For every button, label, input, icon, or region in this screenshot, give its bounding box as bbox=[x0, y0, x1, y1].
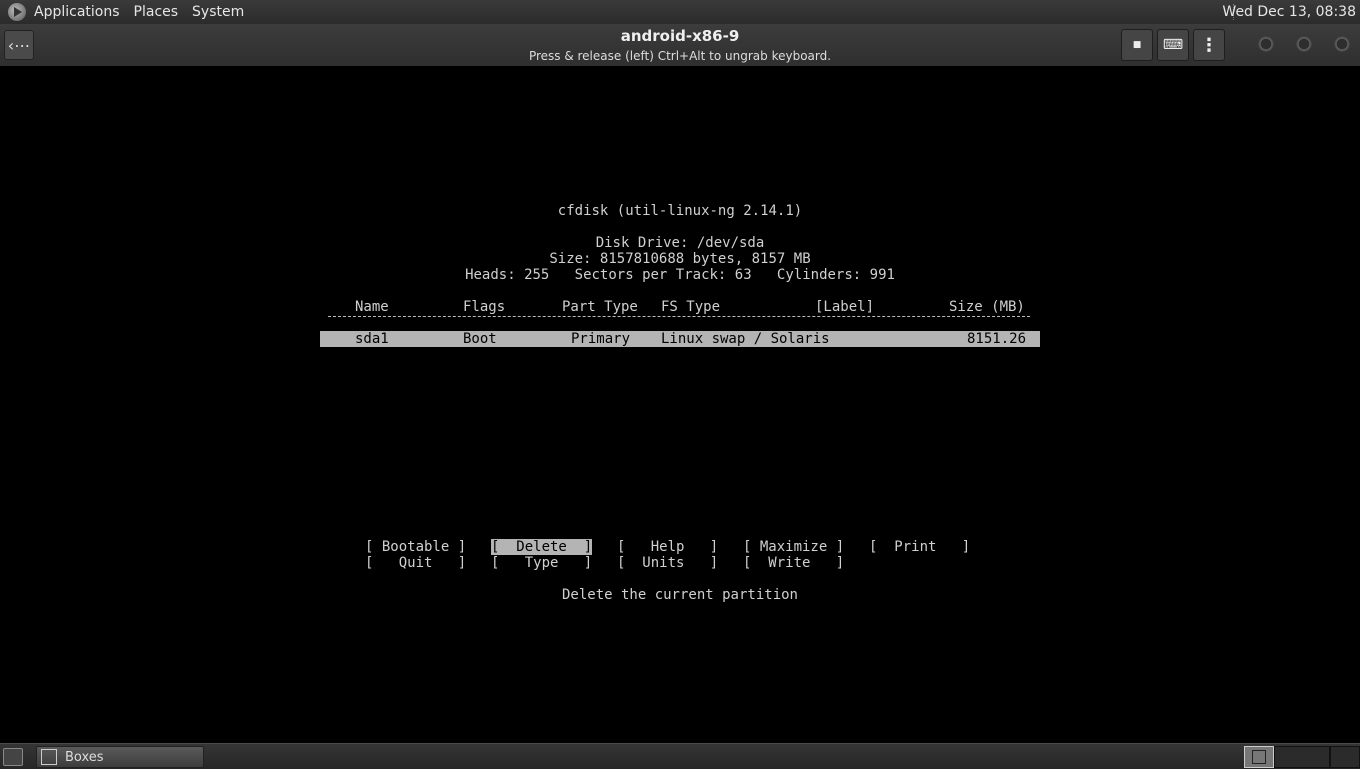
table-divider bbox=[328, 316, 1030, 317]
column-header-size: Size (MB) bbox=[949, 299, 1025, 315]
window-title: android-x86-9 bbox=[620, 27, 740, 45]
taskbar-item-label: Boxes bbox=[65, 749, 104, 765]
menu-units-button[interactable]: [ Units ] bbox=[617, 555, 718, 571]
stop-icon: ■ bbox=[1132, 40, 1142, 50]
menu-write-button[interactable]: [ Write ] bbox=[743, 555, 844, 571]
workspace-window-icon bbox=[1252, 750, 1266, 764]
bottom-panel: Boxes bbox=[0, 743, 1360, 769]
disk-geometry: Heads: 255 Sectors per Track: 63 Cylinde… bbox=[465, 267, 895, 283]
menu-type-button[interactable]: [ Type ] bbox=[491, 555, 592, 571]
partition-type: Primary bbox=[571, 331, 631, 347]
vm-display[interactable]: cfdisk (util-linux-ng 2.14.1) Disk Drive… bbox=[0, 66, 1360, 743]
boxes-icon bbox=[41, 749, 57, 765]
workspace-2[interactable] bbox=[1274, 746, 1330, 768]
menu-applications[interactable]: Applications bbox=[34, 0, 120, 24]
close-button[interactable] bbox=[1334, 36, 1350, 52]
keyboard-button[interactable]: ⌨ bbox=[1157, 29, 1189, 61]
partition-name: sda1 bbox=[355, 331, 389, 347]
partition-fs-type: Linux swap / Solaris bbox=[661, 331, 830, 347]
maximize-button[interactable] bbox=[1296, 36, 1312, 52]
cfdisk-title: cfdisk (util-linux-ng 2.14.1) bbox=[557, 203, 803, 219]
menu-delete-button[interactable]: [ Delete ] bbox=[491, 539, 593, 555]
help-text: Delete the current partition bbox=[561, 587, 798, 603]
keyboard-grab-hint: Press & release (left) Ctrl+Alt to ungra… bbox=[528, 49, 832, 63]
partition-flags: Boot bbox=[463, 331, 497, 347]
applications-logo-icon[interactable] bbox=[8, 3, 26, 21]
show-desktop-icon[interactable] bbox=[3, 748, 23, 766]
top-panel: Applications Places System Wed Dec 13, 0… bbox=[0, 0, 1360, 25]
column-header-name: Name bbox=[355, 299, 389, 315]
menu-help-button[interactable]: [ Help ] bbox=[617, 539, 718, 555]
menu-system[interactable]: System bbox=[192, 0, 244, 24]
menu-dots-icon: ⋮ bbox=[1200, 34, 1218, 56]
minimize-button[interactable] bbox=[1258, 36, 1274, 52]
menu-print-button[interactable]: [ Print ] bbox=[869, 539, 970, 555]
column-header-label: [Label] bbox=[815, 299, 875, 315]
menu-bar: Applications Places System bbox=[4, 0, 258, 24]
taskbar-item-boxes[interactable]: Boxes bbox=[36, 746, 204, 768]
workspace-3[interactable] bbox=[1330, 746, 1360, 768]
disk-size: Size: 8157810688 bytes, 8157 MB bbox=[549, 251, 811, 267]
menu-maximize-button[interactable]: [ Maximize ] bbox=[743, 539, 844, 555]
menu-quit-button[interactable]: [ Quit ] bbox=[365, 555, 466, 571]
menu-button[interactable]: ⋮ bbox=[1193, 29, 1225, 61]
menu-bootable-button[interactable]: [ Bootable ] bbox=[365, 539, 466, 555]
column-header-flags: Flags bbox=[463, 299, 506, 315]
column-header-fs-type: FS Type bbox=[661, 299, 721, 315]
clock[interactable]: Wed Dec 13, 08:38 bbox=[1222, 0, 1356, 24]
menu-places[interactable]: Places bbox=[134, 0, 179, 24]
stop-button[interactable]: ■ bbox=[1121, 29, 1153, 61]
boxes-header-bar: ‹⋯ android-x86-9 Press & release (left) … bbox=[0, 24, 1360, 67]
workspace-1[interactable] bbox=[1244, 746, 1274, 768]
partition-row[interactable]: sda1 Boot Primary Linux swap / Solaris 8… bbox=[320, 331, 1040, 347]
keyboard-icon: ⌨ bbox=[1162, 37, 1184, 53]
disk-drive: Disk Drive: /dev/sda bbox=[595, 235, 765, 251]
column-header-part-type: Part Type bbox=[562, 299, 638, 315]
partition-size: 8151.26 bbox=[967, 331, 1027, 347]
